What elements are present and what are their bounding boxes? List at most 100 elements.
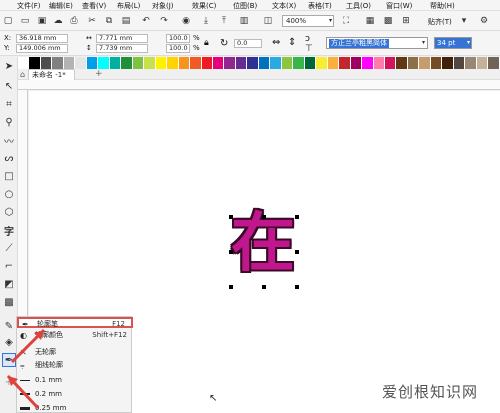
text-tool-icon[interactable]: 字 — [2, 223, 16, 238]
cut-icon[interactable]: ✂ — [86, 15, 98, 27]
export-icon[interactable]: ⤒ — [218, 15, 230, 27]
color-swatch[interactable] — [304, 57, 317, 69]
menu-edit[interactable]: 编辑(E) — [49, 1, 73, 11]
parallel-dimension-icon[interactable]: ⟋ — [2, 241, 16, 255]
zoom-tool-icon[interactable]: ⚲ — [2, 115, 16, 129]
color-swatch[interactable] — [465, 57, 477, 69]
color-swatch[interactable] — [316, 57, 328, 69]
text-orientation-icon[interactable]: ⊤ — [305, 44, 313, 54]
save-icon[interactable]: ▣ — [36, 15, 48, 27]
color-swatch[interactable] — [144, 57, 156, 69]
color-swatch[interactable] — [453, 57, 466, 69]
color-swatch[interactable] — [190, 57, 202, 69]
color-swatch[interactable] — [212, 57, 225, 69]
color-swatch[interactable] — [75, 57, 87, 69]
scale-height-field[interactable]: 100.0 — [166, 44, 190, 53]
color-swatch[interactable] — [18, 57, 30, 69]
color-swatch[interactable] — [86, 57, 99, 69]
search-content-icon[interactable]: ◉ — [180, 15, 192, 27]
color-swatch[interactable] — [52, 57, 64, 69]
home-icon[interactable]: ⌂ — [20, 70, 25, 79]
undo-icon[interactable]: ↶ — [140, 15, 152, 27]
color-swatch[interactable] — [385, 57, 397, 69]
horizontal-ruler[interactable] — [18, 80, 500, 90]
color-swatch[interactable] — [327, 57, 340, 69]
copy-icon[interactable]: ⧉ — [103, 15, 115, 27]
rotation-field[interactable]: 0.0 — [234, 39, 262, 48]
snap-to-label[interactable]: 贴齐(T) — [428, 17, 452, 27]
color-swatch[interactable] — [167, 57, 179, 69]
paste-icon[interactable]: ▤ — [120, 15, 132, 27]
artistic-media-icon[interactable]: ᔕ — [2, 151, 16, 165]
menu-help[interactable]: 帮助(H) — [430, 1, 455, 11]
cloud-icon[interactable]: ☁ — [52, 15, 64, 27]
color-swatch[interactable] — [430, 57, 443, 69]
selection-handle[interactable] — [229, 285, 233, 289]
tab-document[interactable]: 未命名 -1* — [28, 69, 75, 80]
color-swatch[interactable] — [63, 57, 76, 69]
ellipse-tool-icon[interactable]: ○ — [2, 187, 16, 201]
color-swatch[interactable] — [235, 57, 248, 69]
font-size-select[interactable]: 34 pt ▾ — [434, 37, 472, 49]
selection-handle[interactable] — [262, 285, 266, 289]
color-swatch[interactable] — [121, 57, 133, 69]
color-swatch[interactable] — [247, 57, 259, 69]
color-swatch[interactable] — [98, 57, 110, 69]
color-swatch[interactable] — [362, 57, 374, 69]
y-position-field[interactable]: 149.006 mm — [16, 44, 68, 53]
publish-pdf-icon[interactable]: ▥ — [238, 15, 250, 27]
selected-text-object[interactable]: 在 — [231, 209, 295, 285]
zoom-select[interactable]: 400% ▾ — [282, 15, 334, 27]
show-grid-icon[interactable]: ▩ — [382, 15, 394, 27]
rectangle-tool-icon[interactable]: □ — [2, 169, 16, 183]
color-swatch[interactable] — [373, 57, 385, 69]
color-swatch[interactable] — [350, 57, 363, 69]
color-swatch[interactable] — [155, 57, 168, 69]
color-swatch[interactable] — [40, 57, 53, 69]
menu-object[interactable]: 对象(J) — [152, 1, 174, 11]
selection-handle[interactable] — [295, 215, 299, 219]
color-swatch[interactable] — [178, 57, 191, 69]
color-swatch[interactable] — [132, 57, 145, 69]
menu-text[interactable]: 文本(X) — [272, 1, 296, 11]
snap-dropdown-icon[interactable]: ▾ — [458, 15, 470, 27]
menu-file[interactable]: 文件(F) — [17, 1, 41, 11]
menu-window[interactable]: 窗口(W) — [386, 1, 412, 11]
menu-layout[interactable]: 布局(L) — [117, 1, 140, 11]
crop-tool-icon[interactable]: ⌗ — [2, 97, 16, 111]
x-position-field[interactable]: 36.918 mm — [16, 34, 68, 43]
color-swatch[interactable] — [29, 57, 41, 69]
color-swatch[interactable] — [224, 57, 236, 69]
menu-table[interactable]: 表格(T) — [308, 1, 332, 11]
lock-ratio-icon[interactable]: 🔒︎ — [204, 38, 209, 48]
pick-tool-icon[interactable]: ➤ — [2, 59, 16, 73]
color-swatch[interactable] — [407, 57, 420, 69]
height-field[interactable]: 7.739 mm — [96, 44, 148, 53]
color-swatch[interactable] — [270, 57, 282, 69]
color-swatch[interactable] — [476, 57, 489, 69]
gear-icon[interactable]: ⚙ — [478, 15, 490, 27]
color-swatch[interactable] — [201, 57, 213, 69]
width-field[interactable]: 7.771 mm — [96, 34, 148, 43]
drop-shadow-icon[interactable]: ◩ — [2, 277, 16, 291]
color-swatch[interactable] — [396, 57, 408, 69]
color-swatch[interactable] — [442, 57, 454, 69]
selection-handle[interactable] — [262, 215, 266, 219]
selection-handle[interactable] — [295, 250, 299, 254]
connector-tool-icon[interactable]: ⌐ — [2, 259, 16, 273]
menu-tools[interactable]: 工具(O) — [346, 1, 371, 11]
menu-effects[interactable]: 效果(C) — [192, 1, 216, 11]
print-icon[interactable]: ⎙ — [68, 15, 80, 27]
color-swatch[interactable] — [109, 57, 122, 69]
text-path-icon[interactable]: ↄ — [305, 34, 310, 44]
menu-view[interactable]: 查看(V) — [82, 1, 106, 11]
selection-handle[interactable] — [229, 250, 233, 254]
zoom-level-icon[interactable]: ◫ — [262, 15, 274, 27]
font-family-select[interactable]: 方正兰亭粗黑简体 ▾ — [326, 37, 428, 49]
selection-handle[interactable] — [229, 215, 233, 219]
color-swatch[interactable] — [293, 57, 305, 69]
shape-tool-icon[interactable]: ↖ — [2, 79, 16, 93]
color-swatch[interactable] — [258, 57, 271, 69]
import-icon[interactable]: ⤓ — [200, 15, 212, 27]
polygon-tool-icon[interactable]: ⬡ — [2, 205, 16, 219]
